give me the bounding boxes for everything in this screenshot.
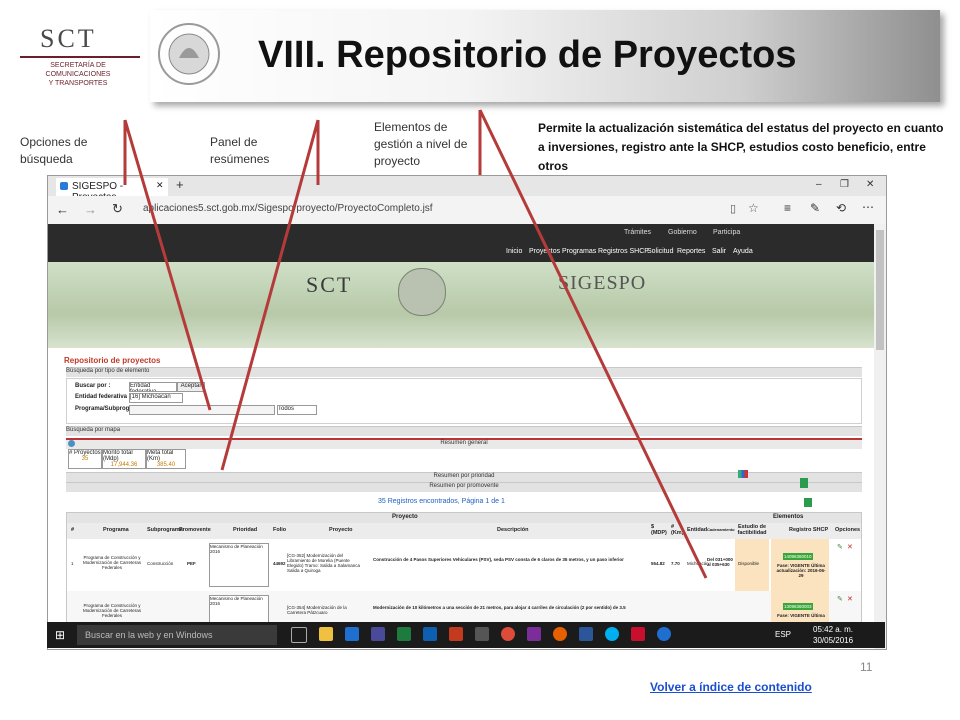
page-number: 11 xyxy=(860,660,873,674)
callout-line-6 xyxy=(478,109,708,579)
callout-lines xyxy=(123,109,708,579)
back-to-index-link[interactable]: Volver a índice de contenido xyxy=(650,680,812,694)
callout-line-2 xyxy=(123,119,212,411)
callout-line-4 xyxy=(220,119,320,471)
